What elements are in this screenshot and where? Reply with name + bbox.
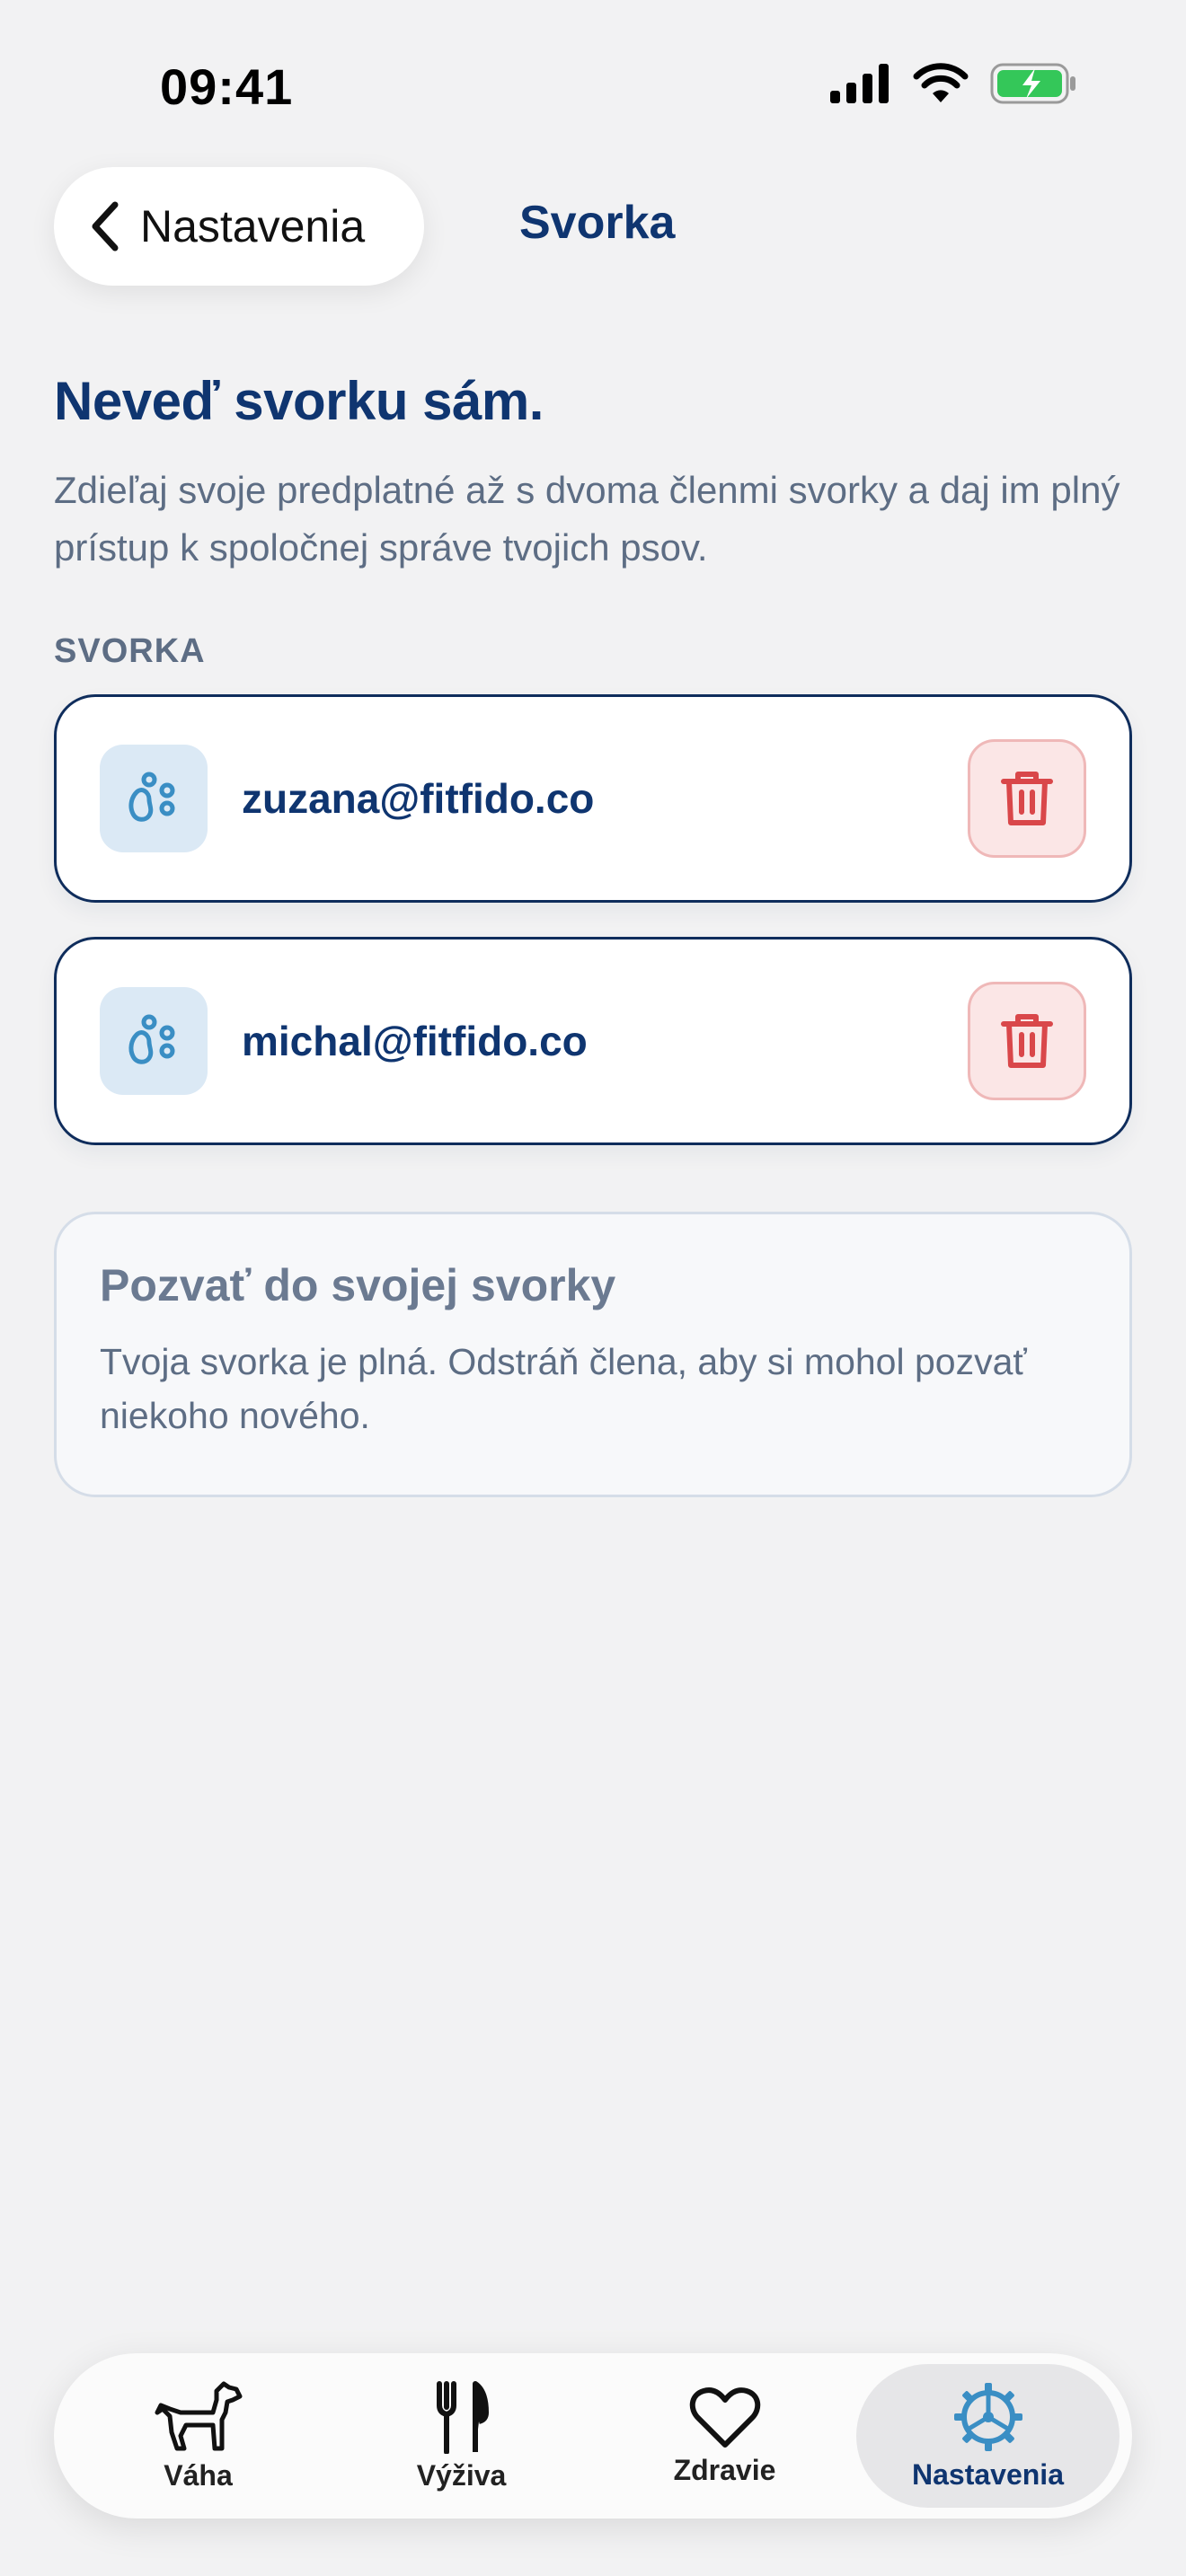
- remove-member-button[interactable]: [968, 982, 1086, 1100]
- trash-icon: [1001, 1014, 1053, 1068]
- member-email: zuzana@fitfido.co: [242, 775, 595, 822]
- invite-title: Pozvať do svojej svorky: [100, 1260, 616, 1310]
- section-label: SVORKA: [54, 632, 206, 670]
- tab-zdravie[interactable]: Zdravie: [593, 2364, 856, 2508]
- fork-knife-icon: [436, 2380, 489, 2454]
- member-avatar: [100, 745, 208, 852]
- headline: Neveď svorku sám.: [54, 371, 544, 431]
- back-button-label: Nastavenia: [140, 201, 366, 251]
- gear-icon: [953, 2382, 1022, 2451]
- battery-icon: [990, 63, 1075, 104]
- tab-label: Nastavenia: [912, 2457, 1064, 2491]
- signal-icon: [830, 64, 889, 103]
- tab-nastavenia[interactable]: Nastavenia: [856, 2364, 1120, 2508]
- screen: 09:41 Nastavenia Svorka Neveď svorku sám…: [0, 0, 1186, 2576]
- tab-label: Výživa: [416, 2458, 507, 2492]
- invite-card: Pozvať do svojej svorky Tvoja svorka je …: [54, 1212, 1132, 1497]
- member-email: michal@fitfido.co: [242, 1018, 588, 1064]
- status-icons: [828, 63, 1078, 104]
- status-time: 09:41: [160, 58, 294, 115]
- tab-bar: Váha Výživa Zdravie Nastavenia: [54, 2353, 1132, 2519]
- chevron-left-icon: [92, 201, 119, 251]
- member-card: michal@fitfido.co: [54, 937, 1132, 1145]
- member-avatar: [100, 987, 208, 1095]
- paw-icon: [128, 772, 175, 822]
- description: Zdieľaj svoje predplatné až s dvoma člen…: [54, 469, 1120, 569]
- remove-member-button[interactable]: [968, 739, 1086, 858]
- dog-icon: [155, 2381, 242, 2450]
- tab-vyziva[interactable]: Výživa: [330, 2364, 593, 2508]
- trash-icon: [1001, 772, 1053, 825]
- page-title: Svorka: [519, 197, 676, 249]
- invite-text: Tvoja svorka je plná. Odstráň člena, aby…: [100, 1341, 1027, 1436]
- back-button[interactable]: Nastavenia: [54, 167, 424, 286]
- paw-icon: [128, 1014, 175, 1064]
- tab-label: Zdravie: [673, 2453, 776, 2486]
- heart-icon: [689, 2386, 760, 2448]
- tab-label: Váha: [164, 2458, 233, 2492]
- wifi-icon: [913, 63, 969, 102]
- member-card: zuzana@fitfido.co: [54, 694, 1132, 903]
- tab-vaha[interactable]: Váha: [66, 2364, 330, 2508]
